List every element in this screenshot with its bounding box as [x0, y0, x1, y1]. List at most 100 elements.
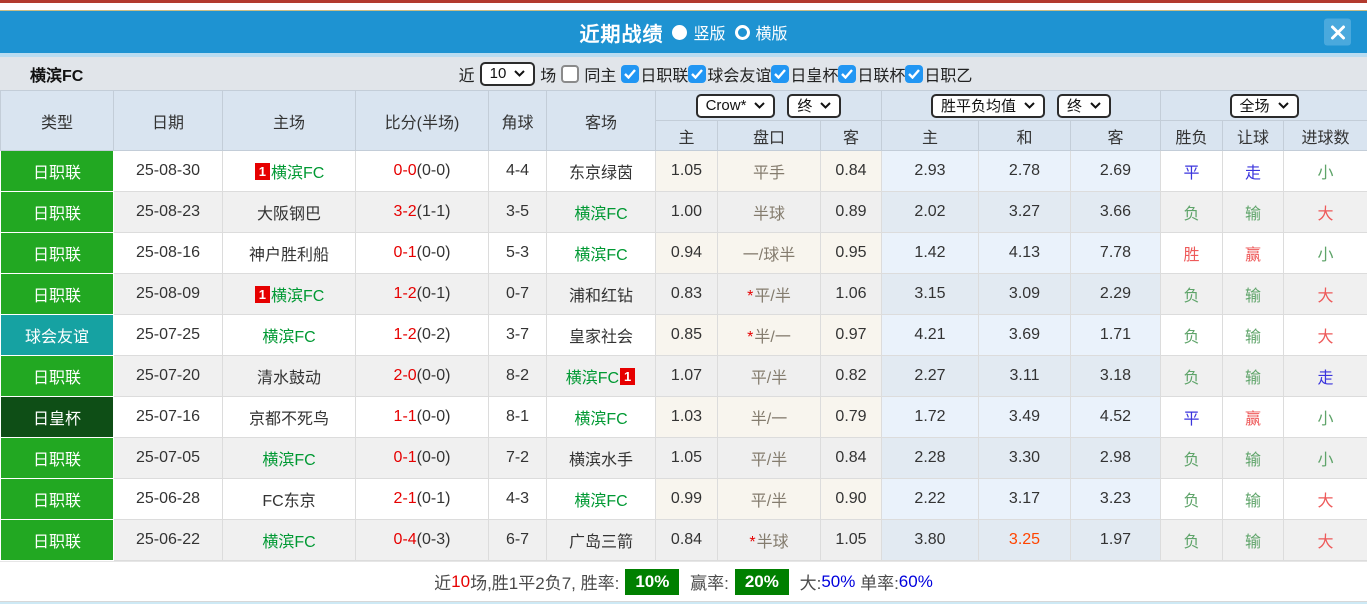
league-filter[interactable]: 日职联 [621, 62, 688, 86]
league-filter[interactable]: 日职乙 [905, 62, 972, 86]
view-option-vertical-label[interactable]: 竖版 [693, 20, 725, 44]
score-fulltime: 0-1 [394, 244, 417, 261]
league-label[interactable]: 日皇杯 [790, 62, 838, 86]
team-name: 横滨FC [574, 493, 627, 510]
footer-segment: 近 [434, 569, 451, 594]
score-cell: 0-1(0-0) [356, 438, 489, 479]
company-select-value: Crow* [706, 97, 747, 114]
subheader-odds-away: 客 [821, 121, 882, 151]
chevron-down-icon [1090, 102, 1101, 109]
result-goals: 大 [1284, 479, 1367, 520]
league-label[interactable]: 日职联 [640, 62, 688, 86]
view-option-horizontal-label[interactable]: 横版 [756, 20, 788, 44]
league-checkbox[interactable] [688, 65, 706, 83]
radio-selected-icon[interactable] [672, 25, 687, 40]
result-wdl: 负 [1161, 479, 1223, 520]
top-browser-strip [0, 0, 1367, 11]
avg-draw: 3.17 [979, 479, 1071, 520]
result-wdl: 负 [1161, 192, 1223, 233]
result-handicap: 输 [1223, 438, 1284, 479]
same-home-checkbox[interactable] [561, 65, 579, 83]
corner-score: 3-5 [489, 192, 547, 233]
score-halftime: (0-0) [417, 408, 451, 425]
radio-unselected-icon[interactable] [735, 25, 750, 40]
odds-time-select[interactable]: 终 [787, 94, 841, 118]
recent-results-window: 近期战绩 竖版 横版 横滨FC 近 10 场 同主 [0, 0, 1367, 602]
chevron-down-icon [1024, 102, 1035, 109]
corner-score: 3-7 [489, 315, 547, 356]
odds-away: 0.84 [821, 438, 882, 479]
view-option-horizontal[interactable]: 横版 [735, 20, 788, 44]
column-header-type: 类型 [1, 91, 114, 151]
league-checkbox[interactable] [838, 65, 856, 83]
league-label[interactable]: 日联杯 [857, 62, 905, 86]
match-count-select[interactable]: 10 [480, 62, 536, 86]
score-halftime: (0-1) [417, 285, 451, 302]
odds-home: 0.99 [656, 479, 718, 520]
check-icon [908, 69, 920, 79]
away-team-cell: 浦和红钻 [547, 274, 656, 315]
match-type-cell: 日职联 [1, 356, 114, 397]
scope-select[interactable]: 全场 [1230, 94, 1299, 118]
avg-draw: 2.78 [979, 151, 1071, 192]
footer-segment: 50% [821, 572, 855, 592]
league-filter[interactable]: 日联杯 [838, 62, 905, 86]
red-card-badge: 1 [255, 286, 270, 303]
away-team-cell: 横滨FC1 [547, 356, 656, 397]
avg-home: 2.93 [882, 151, 979, 192]
same-home-label[interactable]: 同主 [584, 62, 616, 86]
match-type-cell: 日职联 [1, 520, 114, 561]
odds-away: 1.05 [821, 520, 882, 561]
home-team-cell: FC东京 [223, 479, 356, 520]
avg-home: 3.15 [882, 274, 979, 315]
league-checkbox[interactable] [905, 65, 923, 83]
subheader-result-wdl: 胜负 [1161, 121, 1223, 151]
avg-away: 3.66 [1071, 192, 1161, 233]
match-type-cell: 日职联 [1, 479, 114, 520]
league-filter[interactable]: 球会友谊 [688, 62, 771, 86]
table-row: 日职联 25-08-30 1横滨FC 0-0(0-0) 4-4 东京绿茵 1.0… [1, 151, 1367, 192]
subheader-avg-draw: 和 [979, 121, 1071, 151]
odds-handicap: 平手 [718, 151, 821, 192]
score-halftime: (0-0) [417, 449, 451, 466]
league-filter[interactable]: 日皇杯 [771, 62, 838, 86]
odds-home: 0.85 [656, 315, 718, 356]
avg-away: 2.98 [1071, 438, 1161, 479]
close-button[interactable] [1324, 19, 1351, 46]
column-header-home: 主场 [223, 91, 356, 151]
company-select[interactable]: Crow* [696, 94, 776, 118]
league-checkbox[interactable] [771, 65, 789, 83]
home-team-cell: 横滨FC [223, 520, 356, 561]
home-team-cell: 神户胜利船 [223, 233, 356, 274]
rate-badge: 10% [625, 569, 679, 595]
table-row: 日皇杯 25-07-16 京都不死鸟 1-1(0-0) 8-1 横滨FC 1.0… [1, 397, 1367, 438]
league-checkbox[interactable] [621, 65, 639, 83]
result-group-header: 全场 [1161, 91, 1367, 121]
avg-type-select-value: 胜平负均值 [941, 95, 1016, 116]
league-label[interactable]: 球会友谊 [707, 62, 771, 86]
league-label[interactable]: 日职乙 [924, 62, 972, 86]
table-row: 日职联 25-08-16 神户胜利船 0-1(0-0) 5-3 横滨FC 0.9… [1, 233, 1367, 274]
score-halftime: (1-1) [417, 203, 451, 220]
result-handicap: 输 [1223, 315, 1284, 356]
score-halftime: (0-0) [417, 367, 451, 384]
odds-away: 0.89 [821, 192, 882, 233]
score-cell: 1-1(0-0) [356, 397, 489, 438]
odds-home: 1.00 [656, 192, 718, 233]
match-type-cell: 日职联 [1, 192, 114, 233]
avg-time-select[interactable]: 终 [1057, 94, 1111, 118]
odds-home: 0.94 [656, 233, 718, 274]
away-team-cell: 横滨FC [547, 192, 656, 233]
footer-segment: 大: [795, 569, 821, 594]
avg-draw: 3.30 [979, 438, 1071, 479]
result-goals: 大 [1284, 315, 1367, 356]
result-goals: 小 [1284, 397, 1367, 438]
subheader-avg-away: 客 [1071, 121, 1161, 151]
footer-segment: 场,胜1平2负7, 胜率: [470, 569, 619, 594]
avg-type-select[interactable]: 胜平负均值 [931, 94, 1045, 118]
away-team-cell: 横滨FC [547, 397, 656, 438]
team-name: 横滨FC [262, 329, 315, 346]
view-option-vertical[interactable]: 竖版 [672, 20, 725, 44]
result-handicap: 输 [1223, 479, 1284, 520]
odds-home: 1.05 [656, 151, 718, 192]
